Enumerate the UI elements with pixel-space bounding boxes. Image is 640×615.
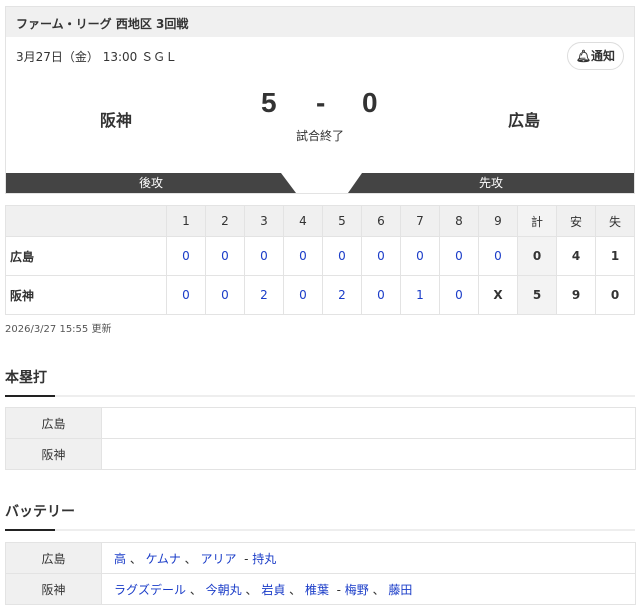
game-card: ファーム・リーグ 西地区 3回戦 3月27日（金） 13:00 ＳＧＬ 🔔︎通知… xyxy=(5,6,635,194)
inning-score[interactable]: 0 xyxy=(361,275,401,315)
notify-label: 通知 xyxy=(590,49,615,63)
inning-score[interactable]: 0 xyxy=(400,236,440,276)
inning-header: 計 xyxy=(517,205,557,237)
table-row: 阪神 xyxy=(5,438,636,470)
inning-score[interactable]: 0 xyxy=(439,275,479,315)
notify-button[interactable]: 🔔︎通知 xyxy=(566,42,624,70)
inning-score[interactable]: 0 xyxy=(361,236,401,276)
game-date: 3月27日（金） 13:00 ＳＧＬ xyxy=(16,50,178,64)
table-row: 阪神 ラグズデール 、 今朝丸 、 岩貞 、 椎葉 - 梅野 、 藤田 xyxy=(5,573,636,605)
total-cell: 0 xyxy=(595,275,635,315)
inning-header: 3 xyxy=(244,205,284,237)
inning-header: 2 xyxy=(205,205,245,237)
team-label: 阪神 xyxy=(5,438,102,470)
inning-header: 1 xyxy=(166,205,206,237)
player-link[interactable]: ケムナ xyxy=(146,552,181,566)
bell-plus-icon: 🔔︎ xyxy=(575,49,591,63)
table-row: 広島 0 0 0 0 0 0 0 0 0 0 4 1 xyxy=(5,236,635,276)
inning-score: X xyxy=(478,275,518,315)
inning-score[interactable]: 0 xyxy=(205,236,245,276)
away-side: 先攻 xyxy=(348,173,634,193)
player-link[interactable]: アリア xyxy=(200,552,236,566)
player-link[interactable]: ラグズデール xyxy=(114,583,186,597)
separator: 、 xyxy=(180,551,201,566)
home-side: 後攻 xyxy=(6,173,296,193)
player-link[interactable]: 岩貞 xyxy=(261,583,285,597)
player-link[interactable]: 今朝丸 xyxy=(206,583,242,597)
separator: 、 xyxy=(241,582,262,597)
inning-score[interactable]: 1 xyxy=(400,275,440,315)
separator: 、 xyxy=(186,582,206,597)
inning-score[interactable]: 0 xyxy=(244,236,284,276)
homerun-value xyxy=(101,407,636,439)
table-row: 阪神 0 0 2 0 2 0 1 0 X 5 9 0 xyxy=(5,275,635,315)
inning-score[interactable]: 0 xyxy=(322,236,362,276)
battery-heading: バッテリー xyxy=(5,501,635,531)
game-title: ファーム・リーグ 西地区 3回戦 xyxy=(6,7,634,37)
player-link[interactable]: 椎葉 xyxy=(305,583,329,597)
team-name: 阪神 xyxy=(5,275,167,315)
score-separator: - xyxy=(316,87,326,118)
inning-score[interactable]: 0 xyxy=(283,275,323,315)
inning-header: 失 xyxy=(595,205,635,237)
inning-score[interactable]: 0 xyxy=(439,236,479,276)
team-name: 広島 xyxy=(5,236,167,276)
inning-score[interactable]: 0 xyxy=(166,236,206,276)
team-label: 広島 xyxy=(5,542,102,574)
total-cell: 1 xyxy=(595,236,635,276)
total-cell: 4 xyxy=(556,236,596,276)
inning-score[interactable]: 0 xyxy=(205,275,245,315)
homerun-table: 広島 阪神 xyxy=(5,407,636,470)
separator: - xyxy=(236,551,253,566)
updated-time: 2026/3/27 15:55 更新 xyxy=(5,324,112,335)
homerun-heading: 本塁打 xyxy=(5,367,635,397)
battery-value: 高 、 ケムナ 、 アリア - 持丸 xyxy=(101,542,636,574)
inning-header: 安 xyxy=(556,205,596,237)
table-row: 広島 xyxy=(5,407,636,439)
separator: - xyxy=(328,582,345,597)
linescore-table: 123456789計安失 広島 0 0 0 0 0 0 0 0 0 0 4 1 阪神 0 0 2 0 2 0 1 0 X 5… xyxy=(5,205,635,315)
table-row: 広島高 、 ケムナ 、 アリア - 持丸 xyxy=(5,542,636,574)
inning-header: 4 xyxy=(283,205,323,237)
separator: 、 xyxy=(285,582,305,597)
inning-header: 7 xyxy=(400,205,440,237)
separator: 、 xyxy=(126,551,146,566)
team-label: 広島 xyxy=(5,407,102,439)
inning-score[interactable]: 0 xyxy=(166,275,206,315)
battery-table: 広島高 、 ケムナ 、 アリア - 持丸 阪神 ラグズデール 、 今朝丸 、 岩貞… xyxy=(5,542,636,605)
battery-value: ラグズデール 、 今朝丸 、 岩貞 、 椎葉 - 梅野 、 藤田 xyxy=(101,573,636,605)
total-cell: 0 xyxy=(517,236,557,276)
inning-score[interactable]: 2 xyxy=(322,275,362,315)
separator: 、 xyxy=(368,582,389,597)
player-link[interactable]: 藤田 xyxy=(388,583,412,597)
player-link[interactable]: 梅野 xyxy=(345,583,369,597)
away-score: 0 xyxy=(362,87,378,118)
total-cell: 5 xyxy=(517,275,557,315)
away-team: 広島 xyxy=(508,111,541,130)
homerun-value xyxy=(101,438,636,470)
inning-header: 9 xyxy=(478,205,518,237)
team-header xyxy=(5,205,167,237)
inning-header: 5 xyxy=(322,205,362,237)
inning-score[interactable]: 0 xyxy=(478,236,518,276)
inning-header: 6 xyxy=(361,205,401,237)
inning-score[interactable]: 0 xyxy=(283,236,323,276)
total-cell: 9 xyxy=(556,275,596,315)
player-link[interactable]: 持丸 xyxy=(252,552,276,566)
inning-header: 8 xyxy=(439,205,479,237)
home-score: 5 xyxy=(261,87,277,118)
team-label: 阪神 xyxy=(5,573,102,605)
player-link[interactable]: 高 xyxy=(114,552,126,566)
inning-score[interactable]: 2 xyxy=(244,275,284,315)
